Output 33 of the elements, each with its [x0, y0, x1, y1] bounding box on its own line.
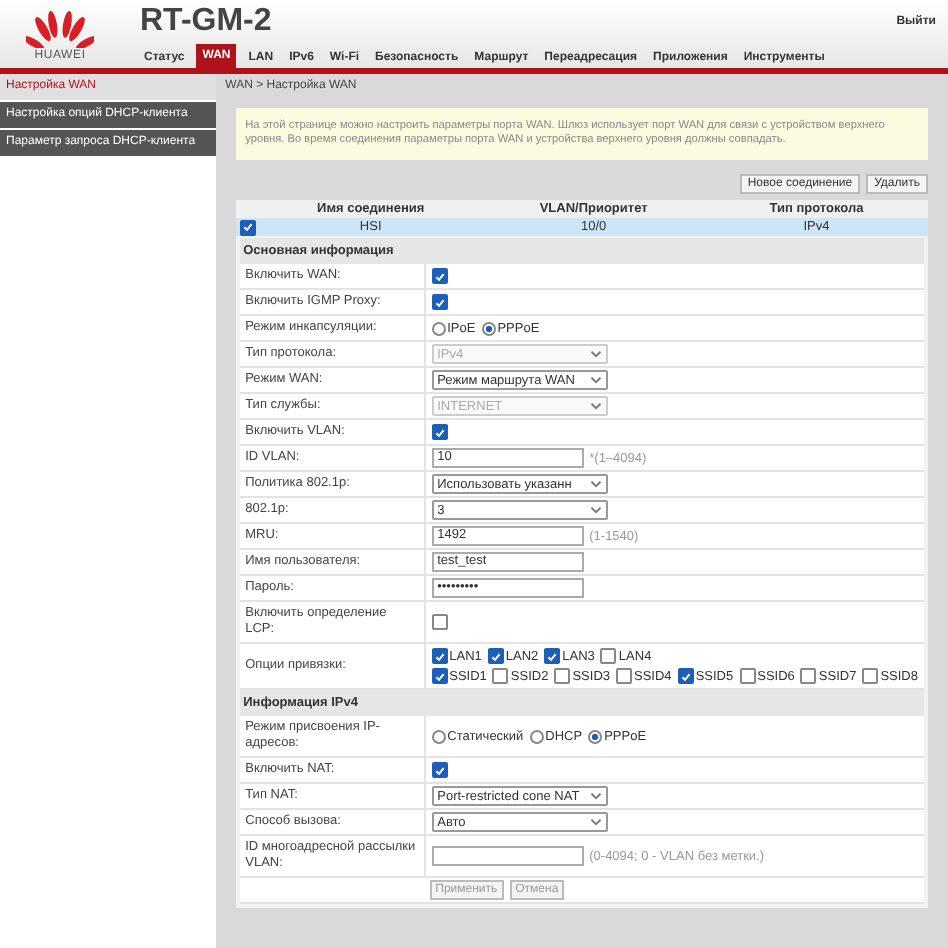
checkbox[interactable]	[800, 668, 817, 684]
caret-icon	[589, 350, 602, 358]
caret-icon	[589, 376, 602, 384]
checkbox[interactable]	[616, 668, 633, 684]
checkbox[interactable]	[431, 668, 448, 684]
checkbox[interactable]	[431, 614, 448, 630]
checkbox[interactable]	[554, 668, 571, 684]
checkbox[interactable]	[739, 668, 756, 684]
checkbox[interactable]	[431, 762, 448, 778]
radio-button[interactable]	[588, 729, 603, 743]
caret-icon	[589, 402, 602, 410]
radio-button[interactable]	[431, 321, 446, 335]
checkbox[interactable]	[239, 219, 256, 235]
checkbox[interactable]	[862, 668, 879, 684]
checkbox[interactable]	[600, 648, 617, 664]
radio-button[interactable]	[481, 321, 496, 335]
caret-icon	[589, 792, 602, 800]
caret-icon	[589, 480, 602, 488]
checkbox[interactable]	[431, 424, 448, 440]
checkbox[interactable]	[431, 648, 448, 664]
checkbox[interactable]	[492, 668, 509, 684]
logo-icon	[26, 10, 94, 48]
checkbox[interactable]	[544, 648, 561, 664]
checkbox[interactable]	[677, 668, 694, 684]
radio-button[interactable]	[431, 729, 446, 743]
checkbox[interactable]	[487, 648, 504, 664]
checkbox[interactable]	[431, 294, 448, 310]
caret-icon	[589, 818, 602, 826]
input-field[interactable]	[431, 846, 584, 866]
device-title: RT-GM-2	[140, 2, 272, 40]
checkbox[interactable]	[431, 268, 448, 284]
caret-icon	[589, 506, 602, 514]
radio-button[interactable]	[529, 729, 544, 743]
